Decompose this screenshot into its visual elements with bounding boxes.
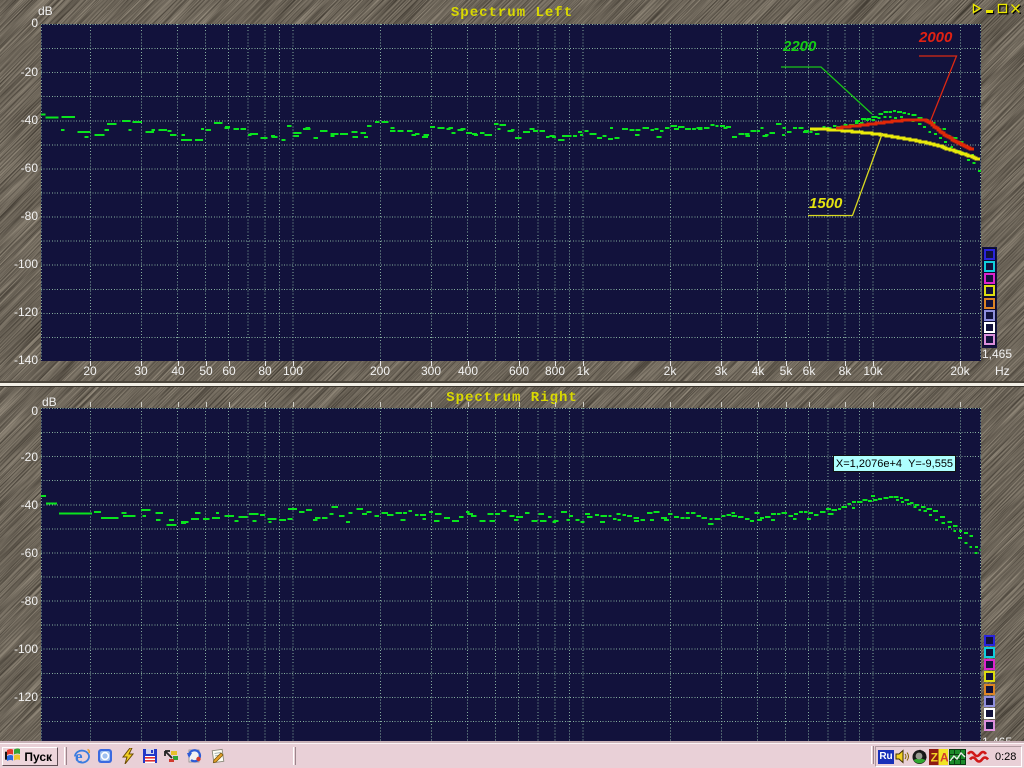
- svg-text:2200: 2200: [782, 38, 817, 55]
- svg-text:Z: Z: [931, 750, 938, 764]
- svg-text:2000: 2000: [918, 29, 953, 46]
- svg-text:A: A: [940, 750, 948, 764]
- svg-text:1500: 1500: [809, 195, 843, 212]
